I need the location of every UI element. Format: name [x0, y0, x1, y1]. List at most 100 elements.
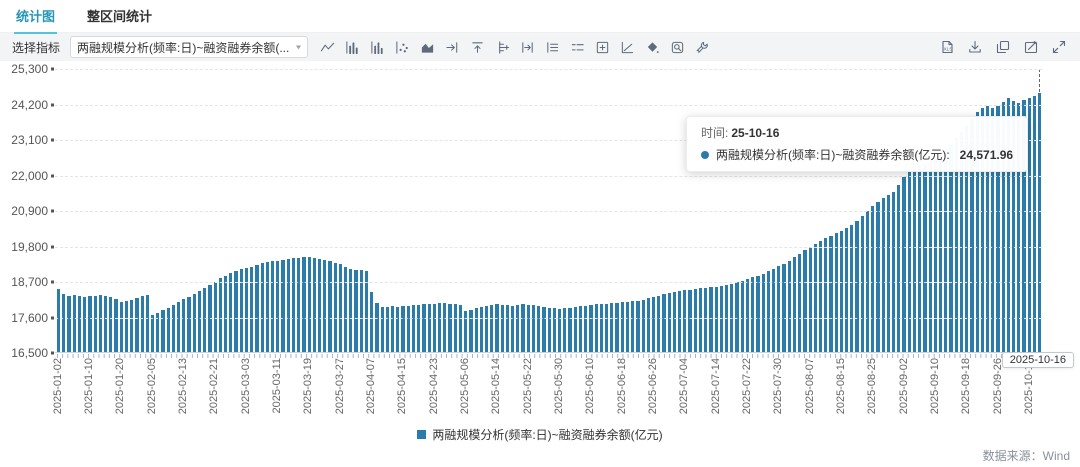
bar[interactable]	[114, 299, 117, 353]
bar[interactable]	[334, 263, 337, 353]
scale-settings-icon[interactable]	[493, 38, 511, 56]
bar[interactable]	[652, 297, 655, 353]
edit-chart-icon[interactable]	[1022, 38, 1040, 56]
bar[interactable]	[511, 306, 514, 353]
data-window-icon[interactable]	[518, 38, 536, 56]
bar[interactable]	[574, 307, 577, 353]
dot-bar-chart-icon[interactable]	[368, 38, 386, 56]
bar[interactable]	[62, 294, 65, 353]
bar[interactable]	[626, 302, 629, 353]
bar[interactable]	[548, 308, 551, 353]
bar[interactable]	[177, 302, 180, 353]
bar[interactable]	[396, 307, 399, 353]
bar[interactable]	[135, 298, 138, 353]
bar[interactable]	[167, 308, 170, 353]
bar[interactable]	[485, 306, 488, 353]
tab-range-statistics[interactable]: 整区间统计	[85, 0, 154, 34]
bar[interactable]	[480, 307, 483, 353]
download-icon[interactable]	[966, 38, 984, 56]
bar[interactable]	[568, 308, 571, 354]
bar[interactable]	[537, 306, 540, 353]
bar[interactable]	[151, 315, 154, 353]
bar[interactable]	[94, 296, 97, 353]
bar[interactable]	[198, 291, 201, 353]
bar[interactable]	[803, 250, 806, 353]
bar[interactable]	[187, 297, 190, 353]
bar-chart-icon[interactable]	[343, 38, 361, 56]
bar[interactable]	[130, 300, 133, 353]
bar[interactable]	[57, 289, 60, 353]
bar[interactable]	[224, 276, 227, 353]
bar[interactable]	[250, 267, 253, 353]
bar[interactable]	[600, 304, 603, 353]
bar[interactable]	[678, 291, 681, 353]
bar[interactable]	[746, 279, 749, 353]
scatter-chart-icon[interactable]	[393, 38, 411, 56]
bar[interactable]	[908, 172, 911, 353]
bar[interactable]	[887, 195, 890, 353]
bar[interactable]	[182, 299, 185, 353]
bar[interactable]	[208, 285, 211, 353]
fullscreen-icon[interactable]	[1050, 38, 1068, 56]
bar[interactable]	[203, 288, 206, 353]
bar[interactable]	[229, 273, 232, 353]
bar[interactable]	[255, 265, 258, 353]
bar[interactable]	[287, 259, 290, 353]
bar[interactable]	[563, 308, 566, 353]
bar[interactable]	[793, 257, 796, 353]
bar[interactable]	[855, 221, 858, 353]
bar[interactable]	[266, 262, 269, 353]
bar[interactable]	[668, 293, 671, 353]
bar[interactable]	[939, 156, 942, 353]
bar[interactable]	[501, 305, 504, 353]
bar[interactable]	[313, 258, 316, 353]
bar[interactable]	[767, 271, 770, 353]
bar[interactable]	[141, 296, 144, 353]
bar[interactable]	[918, 166, 921, 353]
bar[interactable]	[391, 306, 394, 353]
bar[interactable]	[589, 305, 592, 353]
xls-export-icon[interactable]: XLS	[938, 38, 956, 56]
bar[interactable]	[553, 308, 556, 353]
bar[interactable]	[871, 206, 874, 353]
bar[interactable]	[412, 305, 415, 353]
bar[interactable]	[433, 304, 436, 353]
bar[interactable]	[365, 271, 368, 353]
bar[interactable]	[631, 301, 634, 353]
bar[interactable]	[370, 292, 373, 353]
bar[interactable]	[448, 304, 451, 353]
bar[interactable]	[636, 301, 639, 353]
bar[interactable]	[673, 292, 676, 353]
bar[interactable]	[99, 295, 102, 353]
bar[interactable]	[929, 162, 932, 353]
bar[interactable]	[308, 257, 311, 353]
bar[interactable]	[584, 306, 587, 353]
bar[interactable]	[120, 302, 123, 353]
bar[interactable]	[882, 198, 885, 353]
bar[interactable]	[819, 241, 822, 353]
bar[interactable]	[422, 304, 425, 353]
trendline-icon[interactable]	[618, 38, 636, 56]
bar[interactable]	[688, 290, 691, 353]
bar[interactable]	[762, 274, 765, 353]
add-panel-icon[interactable]	[593, 38, 611, 56]
bar[interactable]	[595, 304, 598, 353]
bar[interactable]	[318, 259, 321, 353]
bar[interactable]	[125, 301, 128, 353]
legend[interactable]: 两融规模分析(频率:日)~融资融券余额(亿元)	[0, 423, 1080, 445]
legend-icon[interactable]	[568, 38, 586, 56]
indicator-select[interactable]: 两融规模分析(频率:日)~融资融券余额(... ▾	[70, 36, 308, 58]
bar[interactable]	[788, 261, 791, 353]
bar[interactable]	[709, 287, 712, 353]
bar[interactable]	[725, 285, 728, 353]
bar[interactable]	[109, 297, 112, 353]
bar[interactable]	[302, 257, 305, 353]
bar[interactable]	[715, 287, 718, 353]
bar[interactable]	[777, 266, 780, 353]
bar[interactable]	[642, 300, 645, 353]
bar[interactable]	[67, 296, 70, 353]
bar[interactable]	[506, 305, 509, 353]
bar[interactable]	[417, 305, 420, 353]
bar[interactable]	[798, 254, 801, 353]
bar[interactable]	[662, 294, 665, 353]
